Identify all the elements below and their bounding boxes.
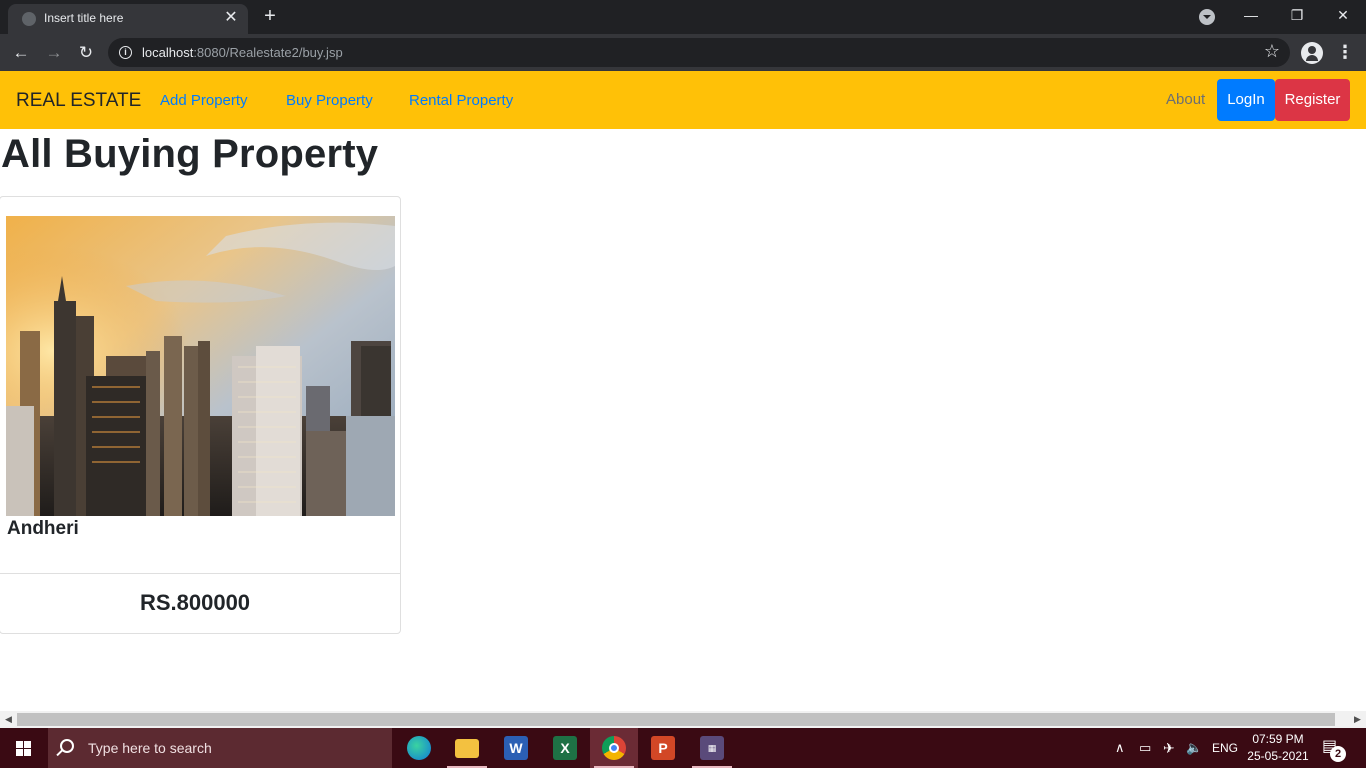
chrome-icon (602, 736, 626, 760)
nav-link-buy-property[interactable]: Buy Property (286, 92, 373, 109)
tab-search-icon[interactable] (1199, 9, 1215, 25)
more-menu-icon[interactable]: ⋮ (1336, 41, 1354, 63)
address-bar[interactable]: i localhost:8080/Realestate2/buy.jsp ☆ (108, 38, 1290, 67)
taskbar-excel[interactable]: X (541, 728, 589, 768)
restore-button[interactable]: ❐ (1274, 0, 1320, 34)
reload-icon[interactable]: ↻ (73, 40, 99, 66)
airplane-mode-icon[interactable]: ✈ (1163, 728, 1175, 768)
word-icon: W (504, 736, 528, 760)
start-button[interactable] (0, 728, 48, 768)
site-navbar: REAL ESTATE Add Property Buy Property Re… (0, 71, 1366, 129)
scrollbar-thumb[interactable] (17, 713, 1335, 726)
system-clock[interactable]: 07:59 PM 25-05-2021 (1238, 731, 1318, 765)
browser-title-bar: Insert title here ✕ + — ❐ ✕ (0, 0, 1366, 34)
windows-logo-icon (16, 741, 32, 756)
register-button[interactable]: Register (1275, 79, 1350, 121)
nav-link-rental-property[interactable]: Rental Property (409, 92, 513, 109)
close-tab-icon[interactable]: ✕ (222, 9, 240, 27)
search-placeholder: Type here to search (88, 740, 212, 756)
login-button[interactable]: LogIn (1217, 79, 1275, 121)
profile-icon[interactable] (1301, 42, 1323, 64)
close-window-button[interactable]: ✕ (1320, 0, 1366, 34)
scroll-right-icon[interactable]: ▶ (1349, 711, 1366, 728)
taskbar-edge[interactable] (395, 728, 443, 768)
minimize-button[interactable]: — (1228, 0, 1274, 34)
edge-icon (407, 736, 431, 760)
card-footer: RS.800000 (0, 573, 400, 633)
volume-icon[interactable]: 🔈 (1186, 728, 1202, 768)
property-card[interactable]: Andheri RS.800000 (0, 196, 401, 634)
page-title: All Buying Property (1, 132, 379, 176)
bookmark-star-icon[interactable]: ☆ (1264, 41, 1280, 62)
property-price: RS.800000 (139, 590, 251, 615)
notification-badge: 2 (1330, 746, 1346, 762)
horizontal-scrollbar[interactable]: ◀ ▶ (0, 711, 1366, 728)
taskbar-chrome[interactable] (590, 728, 638, 768)
excel-icon: X (553, 736, 577, 760)
scroll-left-icon[interactable]: ◀ (0, 711, 17, 728)
windows-taskbar: Type here to search W X P ▦ ∧ ▭ ✈ 🔈 ENG … (0, 728, 1366, 768)
tray-chevron-icon[interactable]: ∧ (1115, 728, 1125, 768)
url-text: localhost:8080/Realestate2/buy.jsp (142, 45, 343, 60)
browser-toolbar: ← → ↻ i localhost:8080/Realestate2/buy.j… (0, 34, 1366, 71)
browser-tab[interactable]: Insert title here ✕ (8, 4, 248, 34)
file-explorer-icon (455, 739, 479, 758)
nav-link-about[interactable]: About (1166, 91, 1205, 108)
info-icon[interactable]: i (119, 46, 132, 59)
taskbar-word[interactable]: W (492, 728, 540, 768)
taskbar-app[interactable]: ▦ (688, 728, 736, 768)
forward-icon[interactable]: → (41, 40, 67, 66)
taskbar-powerpoint[interactable]: P (639, 728, 687, 768)
property-image (6, 216, 395, 516)
taskbar-search-box[interactable]: Type here to search (48, 728, 392, 768)
tab-title: Insert title here (44, 11, 124, 25)
language-indicator[interactable]: ENG (1212, 728, 1238, 768)
new-tab-button[interactable]: + (258, 5, 282, 29)
taskbar-file-explorer[interactable] (443, 728, 491, 768)
clock-date: 25-05-2021 (1247, 749, 1309, 763)
back-icon[interactable]: ← (8, 40, 34, 66)
brand-logo[interactable]: REAL ESTATE (16, 90, 141, 112)
search-icon (60, 739, 74, 753)
globe-icon (22, 12, 36, 26)
app-icon: ▦ (700, 736, 724, 760)
nav-link-add-property[interactable]: Add Property (160, 92, 248, 109)
powerpoint-icon: P (651, 736, 675, 760)
clock-time: 07:59 PM (1252, 732, 1304, 746)
property-location: Andheri (7, 518, 79, 539)
battery-icon[interactable]: ▭ (1139, 728, 1151, 768)
